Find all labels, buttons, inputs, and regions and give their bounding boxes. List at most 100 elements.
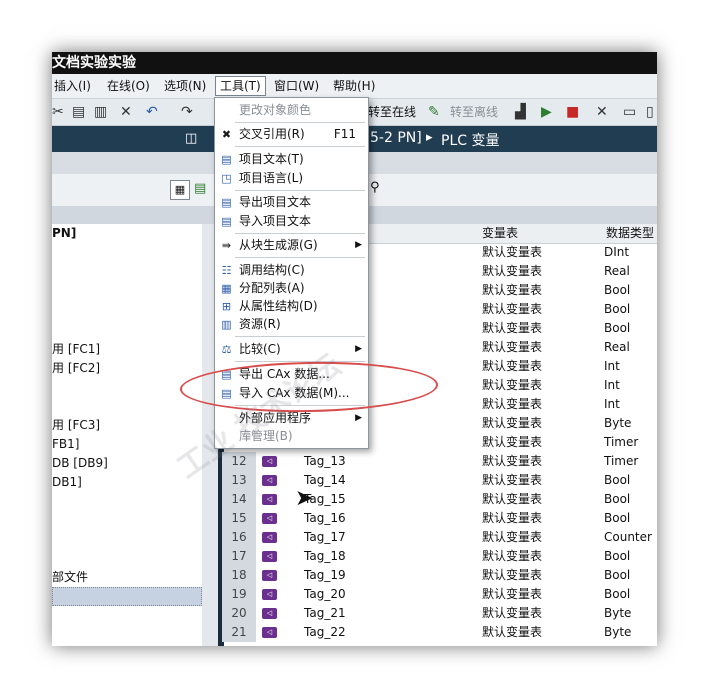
split-vertical-icon[interactable]: ▯ — [646, 103, 654, 121]
cell-data-type: Byte — [604, 625, 632, 639]
row-number[interactable]: 14 — [222, 490, 256, 509]
cell-name[interactable]: Tag_22 — [304, 623, 346, 642]
cell-name[interactable]: Tag_21 — [304, 604, 346, 623]
cell-data-type: Timer — [604, 435, 639, 449]
row-number[interactable]: 21 — [222, 623, 256, 642]
breadcrumb-device[interactable]: 5-2 PN] — [370, 130, 422, 146]
copy-icon[interactable]: ▤ — [72, 103, 85, 121]
col-var-table[interactable]: 变量表 — [482, 224, 518, 241]
tree-item-external-files[interactable]: 部文件 — [52, 568, 202, 587]
import-icon: ▤ — [221, 215, 232, 228]
menu-item-generate-source[interactable]: ⇛ 从块生成源(G) ▶ — [215, 236, 368, 255]
menu-item-call-structure[interactable]: ☷ 调用结构(C) — [215, 261, 368, 280]
diagnostics-icon[interactable]: ▟ — [515, 103, 526, 121]
start-cpu-icon[interactable]: ▶ — [541, 103, 552, 121]
cell-name[interactable]: Tag_16 — [304, 509, 346, 528]
menu-options[interactable]: 选项(N) — [164, 78, 206, 94]
col-data-type[interactable]: 数据类型 — [606, 224, 654, 241]
table-row[interactable]: 12 ◁ Tag_13 默认变量表 Timer — [218, 452, 657, 471]
cell-var-table: 默认变量表 — [482, 302, 543, 316]
delete-icon[interactable]: ✕ — [120, 103, 132, 121]
export-icon: ▤ — [221, 196, 232, 209]
menu-item-change-color: 更改对象颜色 — [215, 101, 368, 120]
panel-toggle-icon[interactable]: ◫ — [185, 131, 197, 146]
stop-cpu-icon[interactable]: ■ — [566, 103, 579, 121]
table-row[interactable]: 19 ◁ Tag_20 默认变量表 Bool — [218, 585, 657, 604]
cell-name[interactable]: Tag_18 — [304, 547, 346, 566]
menu-item-compare[interactable]: ⚖ 比较(C) ▶ — [215, 340, 368, 359]
row-number[interactable]: 17 — [222, 547, 256, 566]
cell-var-table: 默认变量表 — [482, 606, 543, 620]
split-horizontal-icon[interactable]: ▭ — [623, 103, 636, 121]
menu-tools[interactable]: 工具(T) — [215, 76, 266, 96]
add-row-icon[interactable]: ▤ — [194, 181, 206, 196]
cell-data-type: Bool — [604, 568, 631, 582]
cell-data-type: Bool — [604, 302, 631, 316]
table-row[interactable]: 14 ◁ Tag_15 默认变量表 Bool — [218, 490, 657, 509]
menu-window[interactable]: 窗口(W) — [274, 78, 319, 94]
cell-name[interactable]: Tag_20 — [304, 585, 346, 604]
undo-icon[interactable]: ↶ — [146, 103, 158, 121]
cell-var-table: 默认变量表 — [482, 264, 543, 278]
tag-icon: ◁ — [262, 570, 277, 581]
table-row[interactable]: 18 ◁ Tag_19 默认变量表 Bool — [218, 566, 657, 585]
tag-icon: ◁ — [262, 475, 277, 486]
row-number[interactable]: 15 — [222, 509, 256, 528]
menu-item-assignment-list[interactable]: ▦ 分配列表(A) — [215, 279, 368, 298]
menu-separator — [235, 122, 365, 123]
row-number[interactable]: 18 — [222, 566, 256, 585]
row-number[interactable]: 20 — [222, 604, 256, 623]
menu-insert[interactable]: 插入(I) — [54, 78, 91, 94]
cut-icon[interactable]: ✂ — [52, 103, 64, 121]
menu-item-project-language[interactable]: ◳ 项目语言(L) — [215, 169, 368, 188]
tree-item-fc3[interactable]: 用 [FC3] — [52, 416, 202, 435]
menu-item-cross-ref[interactable]: ✖ 交叉引用(R) F11 — [215, 125, 368, 144]
menu-separator — [235, 257, 365, 258]
table-row[interactable]: 21 ◁ Tag_22 默认变量表 Byte — [218, 623, 657, 642]
cell-var-table: 默认变量表 — [482, 530, 543, 544]
breadcrumb-section: PLC 变量 — [441, 133, 500, 149]
table-row[interactable]: 20 ◁ Tag_21 默认变量表 Byte — [218, 604, 657, 623]
tree-item-selected[interactable] — [52, 587, 202, 606]
table-row[interactable]: 16 ◁ Tag_17 默认变量表 Counter — [218, 528, 657, 547]
row-number[interactable]: 19 — [222, 585, 256, 604]
tree-item-fc1[interactable]: 用 [FC1] — [52, 340, 202, 359]
cell-var-table: 默认变量表 — [482, 359, 543, 373]
row-number[interactable]: 13 — [222, 471, 256, 490]
cross-reference-icon: ✖ — [221, 128, 232, 141]
menu-separator — [235, 146, 365, 147]
dependency-icon: ⊞ — [221, 300, 232, 313]
table-row[interactable]: 13 ◁ Tag_14 默认变量表 Bool — [218, 471, 657, 490]
cell-data-type: Bool — [604, 492, 631, 506]
close-editor-icon[interactable]: ✕ — [596, 103, 608, 121]
table-row[interactable]: 17 ◁ Tag_18 默认变量表 Bool — [218, 547, 657, 566]
cell-var-table: 默认变量表 — [482, 587, 543, 601]
menu-item-export-text[interactable]: ▤ 导出项目文本 — [215, 193, 368, 212]
cell-name[interactable]: Tag_13 — [304, 452, 346, 471]
cell-name[interactable]: Tag_17 — [304, 528, 346, 547]
table-view-icon[interactable]: ▦ — [170, 180, 190, 200]
tree-item-db1[interactable]: DB1] — [52, 473, 202, 492]
menu-item-resources[interactable]: ▥ 资源(R) — [215, 315, 368, 334]
monitor-glasses-icon[interactable]: ⚲ — [370, 180, 380, 195]
menu-online[interactable]: 在线(O) — [107, 78, 150, 94]
row-number[interactable]: 16 — [222, 528, 256, 547]
table-row[interactable]: 15 ◁ Tag_16 默认变量表 Bool — [218, 509, 657, 528]
menu-help[interactable]: 帮助(H) — [333, 78, 375, 94]
redo-icon[interactable]: ↷ — [181, 103, 193, 121]
language-icon: ◳ — [221, 172, 232, 185]
go-online-button[interactable]: 转至在线 — [368, 104, 416, 120]
cell-data-type: Timer — [604, 454, 639, 468]
go-offline-button[interactable]: 转至离线 — [450, 104, 498, 120]
paste-icon[interactable]: ▥ — [94, 103, 107, 121]
cell-name[interactable]: Tag_19 — [304, 566, 346, 585]
menu-item-project-text[interactable]: ▤ 项目文本(T) — [215, 150, 368, 169]
menu-item-dependency-structure[interactable]: ⊞ 从属性结构(D) — [215, 297, 368, 316]
generate-source-icon: ⇛ — [221, 239, 232, 252]
tree-item-fc2[interactable]: 用 [FC2] — [52, 359, 202, 378]
cell-var-table: 默认变量表 — [482, 492, 543, 506]
cell-data-type: Int — [604, 378, 620, 392]
menu-item-import-text[interactable]: ▤ 导入项目文本 — [215, 212, 368, 231]
label: 调用结构(C) — [239, 263, 305, 277]
label: 交叉引用(R) — [239, 127, 305, 141]
